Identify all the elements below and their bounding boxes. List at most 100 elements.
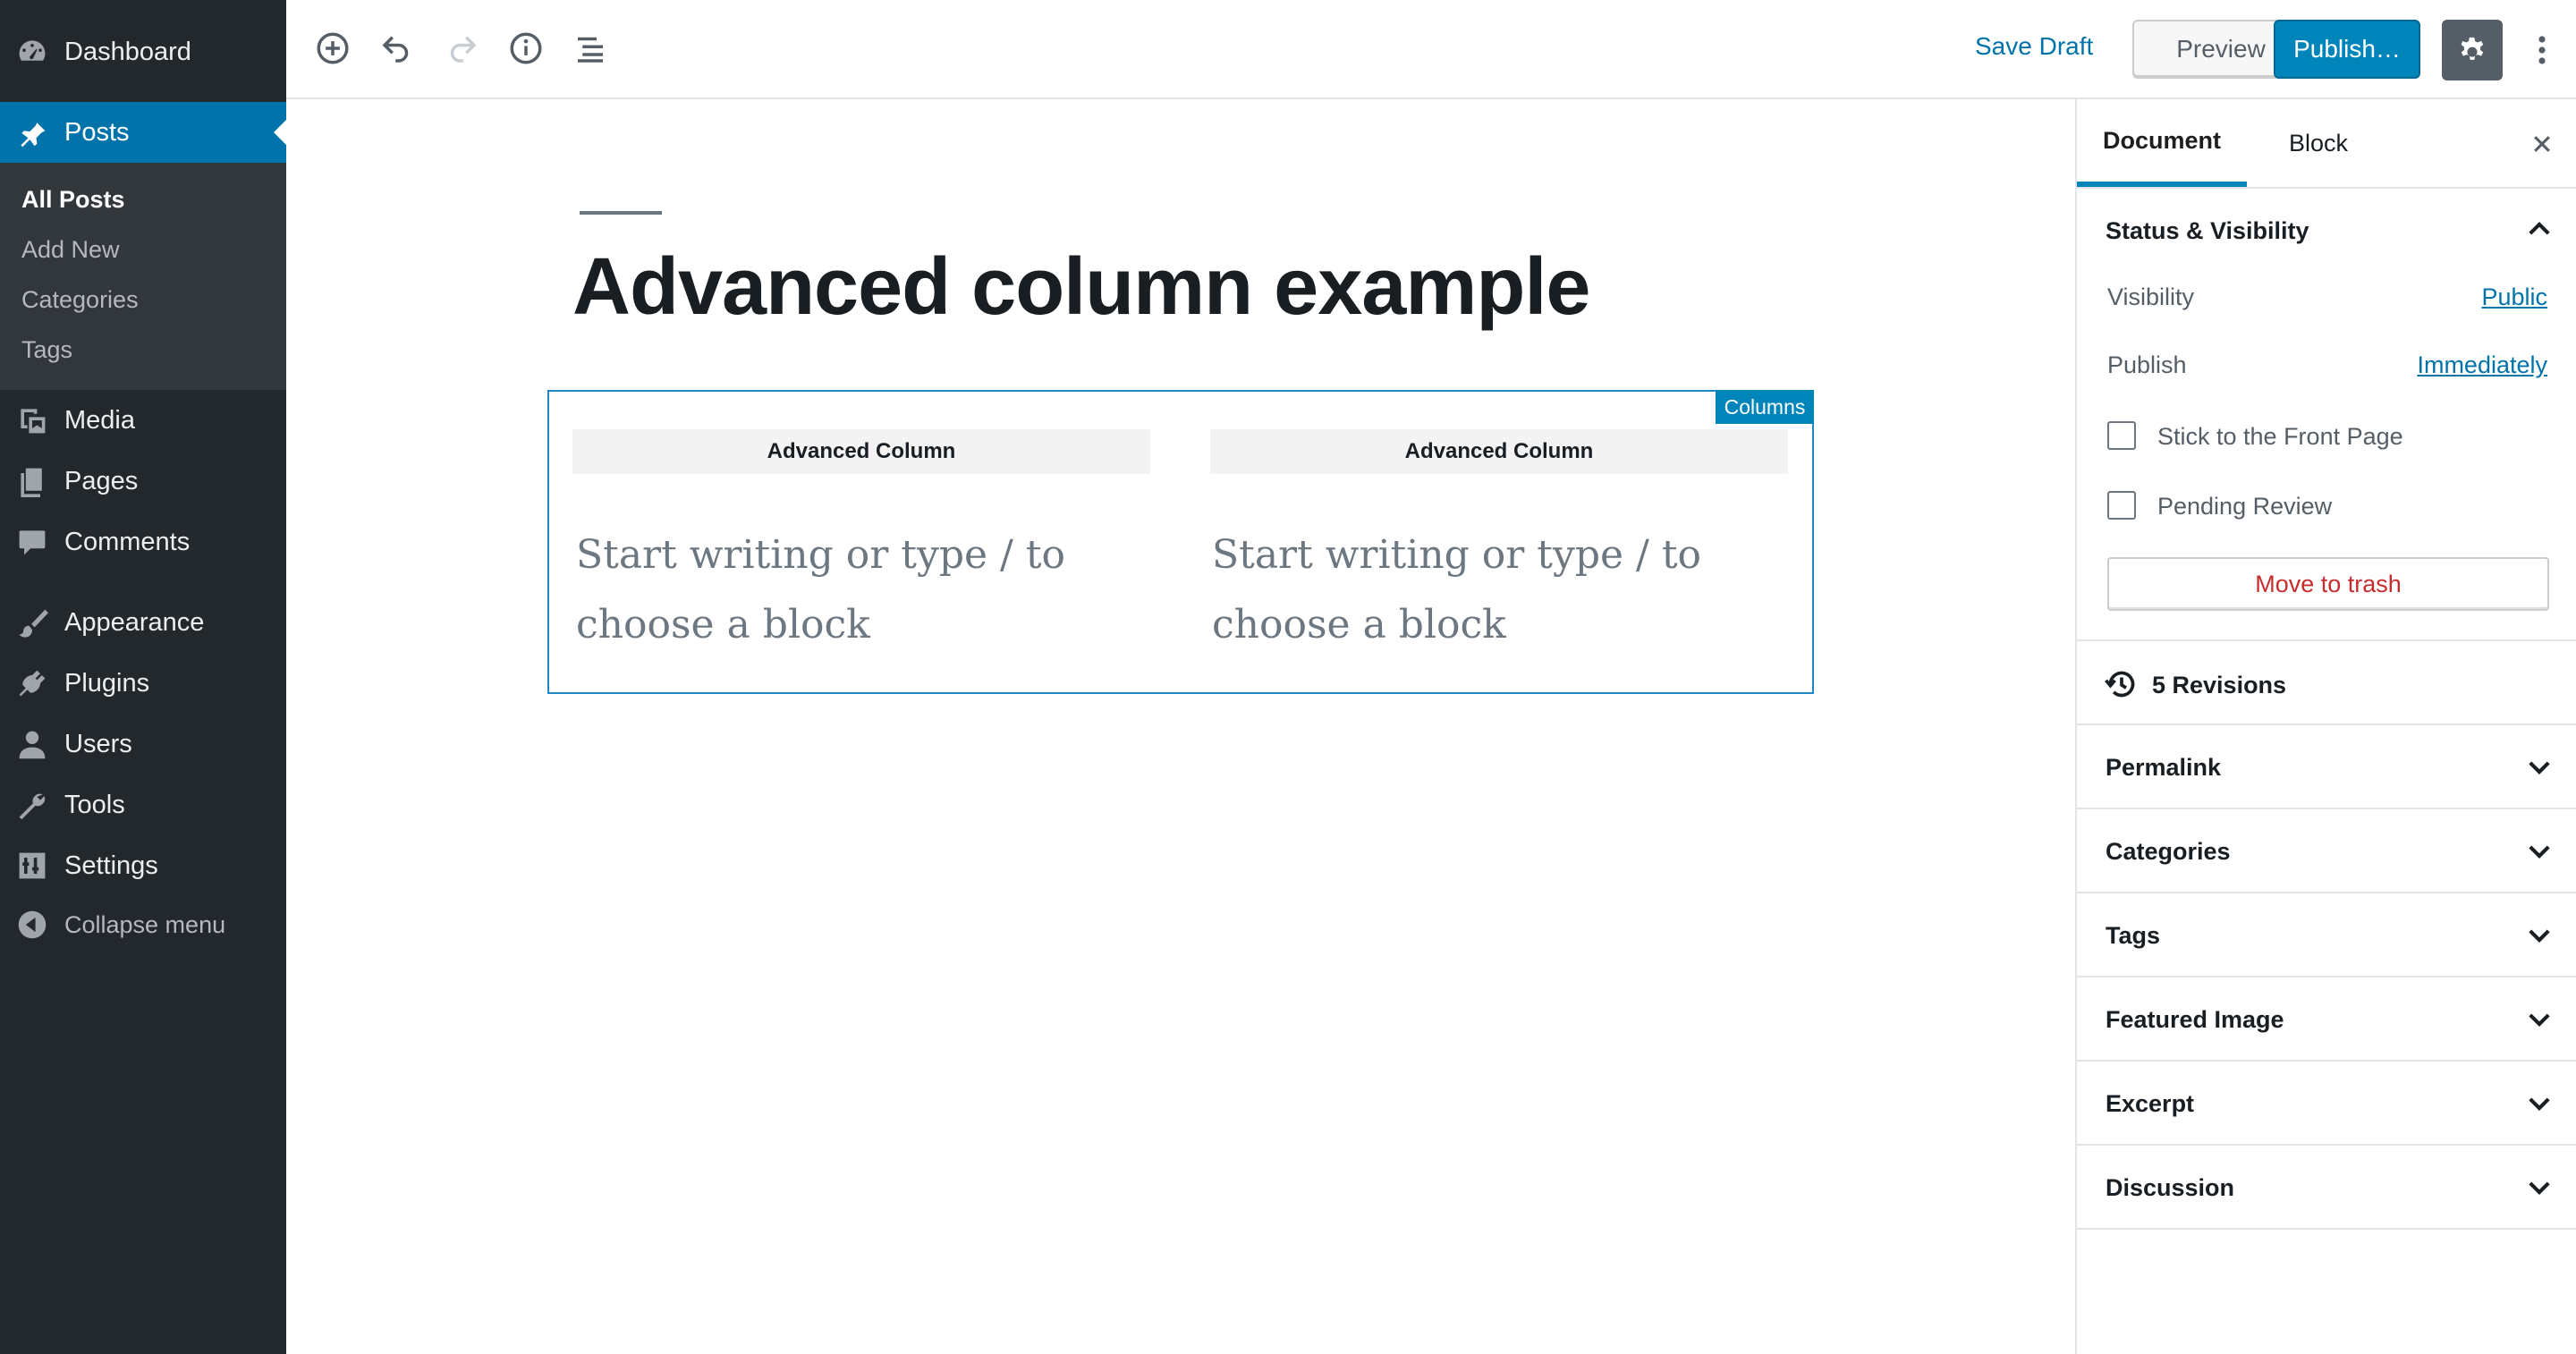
submenu-categories[interactable]: Categories <box>21 286 139 314</box>
block-placeholder[interactable]: Start writing or type / to choose a bloc… <box>1212 520 1713 660</box>
pages-icon <box>16 465 48 497</box>
more-vertical-icon <box>2538 36 2546 64</box>
pending-review-checkbox[interactable] <box>2107 491 2136 520</box>
visibility-toggle[interactable]: Public <box>2481 283 2547 311</box>
block-type-badge: Columns <box>1716 390 1814 424</box>
settings-toggle-button[interactable] <box>2442 20 2503 80</box>
menu-item-pages[interactable]: Pages <box>0 454 286 508</box>
outline-icon <box>578 37 603 63</box>
menu-item-users[interactable]: Users <box>0 717 286 771</box>
info-button[interactable] <box>503 25 549 72</box>
panel-title-status-visibility[interactable]: Status & Visibility <box>2106 217 2309 245</box>
divider <box>2077 639 2576 641</box>
chevron-up-icon[interactable] <box>2524 214 2555 244</box>
stick-to-front-label[interactable]: Stick to the Front Page <box>2157 423 2403 451</box>
redo-icon <box>450 36 477 63</box>
more-menu-button[interactable] <box>2526 27 2558 73</box>
divider <box>2077 724 2576 725</box>
close-icon <box>2534 136 2550 152</box>
publish-button[interactable]: Publish… <box>2274 20 2420 79</box>
menu-label: Tools <box>64 790 125 819</box>
brush-icon <box>16 606 48 639</box>
menu-label: Plugins <box>64 668 150 698</box>
panel-title-tags[interactable]: Tags <box>2106 922 2160 950</box>
divider <box>2077 1228 2576 1230</box>
menu-item-appearance[interactable]: Appearance <box>0 596 286 649</box>
menu-item-settings[interactable]: Settings <box>0 839 286 893</box>
menu-item-comments[interactable]: Comments <box>0 515 286 569</box>
menu-label: Posts <box>64 117 130 147</box>
collapse-menu-button[interactable]: Collapse menu <box>0 898 286 952</box>
divider <box>2077 808 2576 809</box>
chevron-down-icon[interactable] <box>2524 1172 2555 1203</box>
menu-item-tools[interactable]: Tools <box>0 778 286 832</box>
menu-label: Comments <box>64 527 191 556</box>
chevron-down-icon[interactable] <box>2524 920 2555 951</box>
stick-to-front-checkbox[interactable] <box>2107 421 2136 450</box>
gear-icon <box>2461 37 2484 60</box>
menu-label: Dashboard <box>64 37 191 66</box>
close-sidebar-button[interactable] <box>2524 126 2560 162</box>
admin-sidebar: Dashboard Posts All Posts Add New Catego… <box>0 0 286 1354</box>
publish-label: Publish <box>2107 351 2187 378</box>
block-navigation-button[interactable] <box>567 25 614 72</box>
chevron-down-icon[interactable] <box>2524 1088 2555 1119</box>
save-draft-button[interactable]: Save Draft <box>1975 32 2093 61</box>
info-icon <box>510 32 542 64</box>
sliders-icon <box>16 850 48 882</box>
menu-item-media[interactable]: Media <box>0 394 286 447</box>
divider <box>2077 976 2576 977</box>
panel-title-featured-image[interactable]: Featured Image <box>2106 1006 2284 1034</box>
add-block-button[interactable] <box>309 25 356 72</box>
menu-label: Users <box>64 729 132 758</box>
divider <box>2077 1144 2576 1146</box>
settings-sidebar: Document Block Status & Visibility Visib… <box>2075 99 2576 1354</box>
title-separator <box>580 211 662 215</box>
wrench-icon <box>16 789 48 821</box>
submenu-add-new[interactable]: Add New <box>21 236 120 264</box>
revisions-link[interactable]: 5 Revisions <box>2104 664 2551 709</box>
divider <box>2077 892 2576 893</box>
submenu-tags[interactable]: Tags <box>21 336 72 364</box>
plugin-icon <box>16 667 48 699</box>
posts-submenu: All Posts Add New Categories Tags <box>0 163 286 390</box>
menu-label: Settings <box>64 850 158 880</box>
submenu-all-posts[interactable]: All Posts <box>21 186 125 214</box>
pending-review-label[interactable]: Pending Review <box>2157 493 2332 520</box>
panel-title-categories[interactable]: Categories <box>2106 838 2231 866</box>
tab-document[interactable]: Document <box>2077 99 2247 187</box>
panel-title-excerpt[interactable]: Excerpt <box>2106 1090 2194 1118</box>
advanced-column-header[interactable]: Advanced Column <box>572 429 1150 474</box>
post-title[interactable]: Advanced column example <box>572 241 1590 334</box>
undo-button[interactable] <box>374 25 420 72</box>
toolbar-right-group: Preview Publish… <box>1181 0 2576 99</box>
placeholder-line: choose a block <box>1212 602 1506 647</box>
dashboard-icon <box>16 36 48 68</box>
menu-label: Collapse menu <box>64 910 226 938</box>
panel-title-discussion[interactable]: Discussion <box>2106 1174 2234 1202</box>
panel-title-permalink[interactable]: Permalink <box>2106 754 2221 782</box>
menu-item-posts[interactable]: Posts <box>0 102 286 163</box>
placeholder-line: choose a block <box>576 602 870 647</box>
divider <box>2077 187 2576 189</box>
chevron-down-icon[interactable] <box>2524 836 2555 867</box>
editor-toolbar: Save Draft Preview Publish… <box>286 0 2576 99</box>
menu-label: Pages <box>64 466 139 495</box>
menu-item-dashboard[interactable]: Dashboard <box>0 23 286 80</box>
block-placeholder[interactable]: Start writing or type / to choose a bloc… <box>576 520 1077 660</box>
chevron-down-icon[interactable] <box>2524 752 2555 783</box>
menu-label: Appearance <box>64 607 205 637</box>
publish-date-toggle[interactable]: Immediately <box>2417 351 2547 379</box>
tab-block[interactable]: Block <box>2265 99 2372 187</box>
revisions-label: 5 Revisions <box>2152 672 2287 698</box>
menu-item-plugins[interactable]: Plugins <box>0 656 286 710</box>
visibility-label: Visibility <box>2107 283 2195 310</box>
user-icon <box>16 728 48 760</box>
advanced-column-header[interactable]: Advanced Column <box>1210 429 1788 474</box>
placeholder-line: Start writing or type / to <box>1212 532 1701 578</box>
redo-button[interactable] <box>438 25 485 72</box>
history-icon <box>2105 671 2135 698</box>
menu-label: Media <box>64 405 135 435</box>
chevron-down-icon[interactable] <box>2524 1004 2555 1035</box>
move-to-trash-button[interactable]: Move to trash <box>2107 557 2549 611</box>
